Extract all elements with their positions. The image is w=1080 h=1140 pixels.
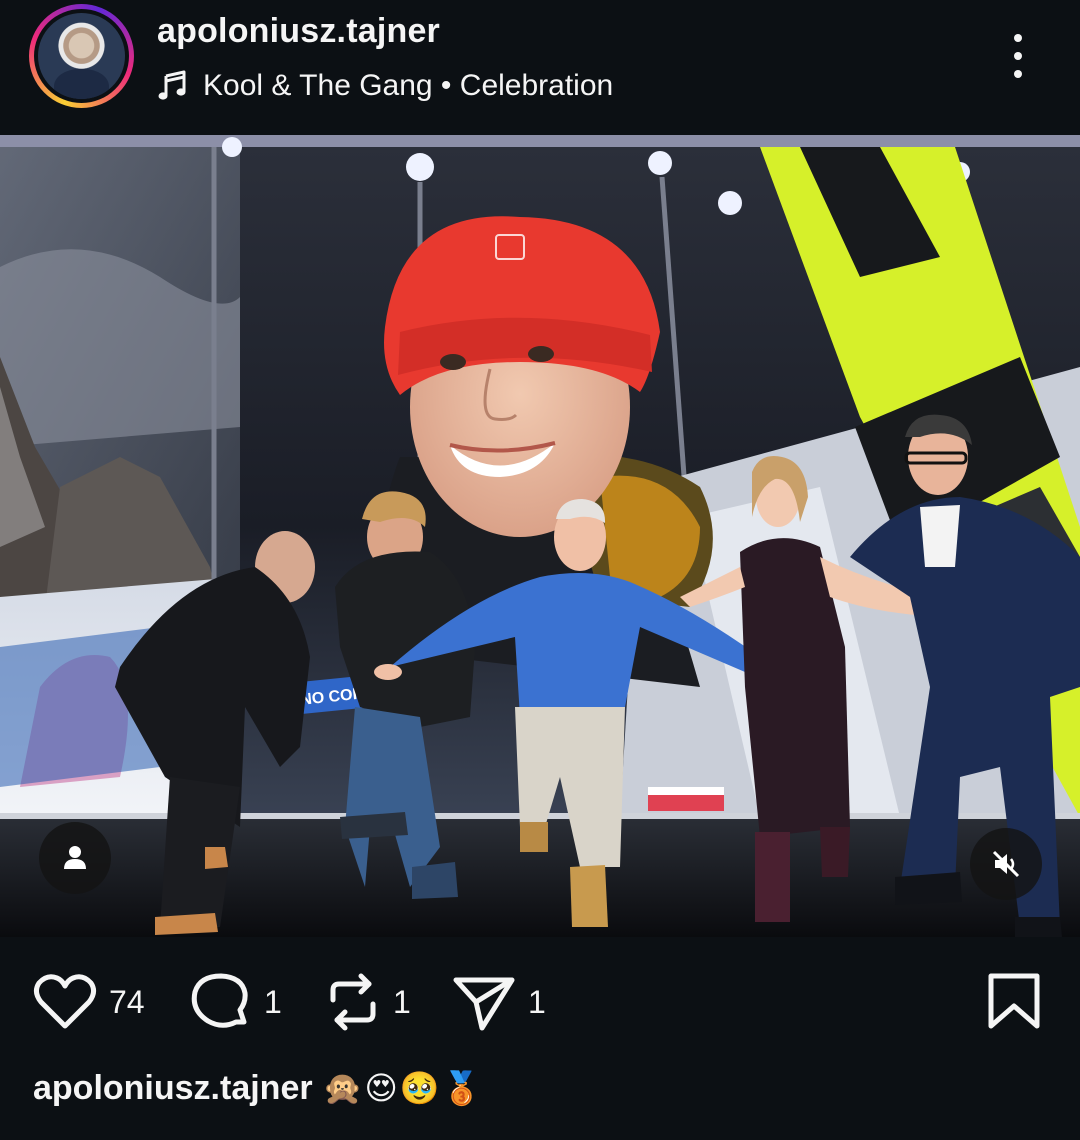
comment-count: 1 — [264, 983, 282, 1020]
bookmark-icon — [988, 973, 1040, 1029]
more-vertical-icon — [1014, 34, 1022, 42]
like-button[interactable]: 74 — [33, 972, 145, 1032]
send-icon — [453, 977, 515, 1031]
post-header: apoloniusz.tajner Kool & The Gang • Cele… — [0, 0, 1080, 127]
action-bar: 74 1 1 1 — [0, 937, 1080, 1065]
avatar[interactable] — [38, 13, 125, 99]
more-options-button[interactable] — [1000, 30, 1036, 82]
like-count: 74 — [109, 983, 145, 1020]
person-icon — [64, 846, 86, 869]
comment-button[interactable]: 1 — [188, 972, 282, 1032]
post-media-image[interactable]: MILANO CORTINA — [0, 127, 1080, 937]
post-caption: apoloniusz.tajner 🙊😍🥹🥉 — [33, 1063, 483, 1113]
caption-emojis: 🙊😍🥹🥉 — [322, 1069, 484, 1107]
save-button[interactable] — [987, 972, 1041, 1032]
heart-icon — [33, 974, 97, 1029]
mute-button[interactable] — [970, 828, 1042, 900]
repost-button[interactable]: 1 — [325, 972, 411, 1032]
speaker-muted-icon — [992, 850, 1020, 878]
share-button[interactable]: 1 — [452, 972, 546, 1032]
repost-icon — [330, 973, 376, 1031]
music-attribution[interactable]: Kool & The Gang • Celebration — [157, 66, 613, 106]
music-track-label: Kool & The Gang • Celebration — [203, 69, 614, 102]
studio-photo: MILANO CORTINA — [0, 127, 1080, 937]
tag-people-button[interactable] — [39, 822, 111, 894]
share-count: 1 — [528, 983, 546, 1020]
avatar-story-ring[interactable] — [29, 4, 134, 108]
music-note-icon — [158, 70, 186, 100]
repost-count: 1 — [393, 983, 411, 1020]
caption-username[interactable]: apoloniusz.tajner — [33, 1069, 313, 1108]
post-username[interactable]: apoloniusz.tajner — [157, 12, 440, 51]
comment-icon — [191, 973, 248, 1028]
